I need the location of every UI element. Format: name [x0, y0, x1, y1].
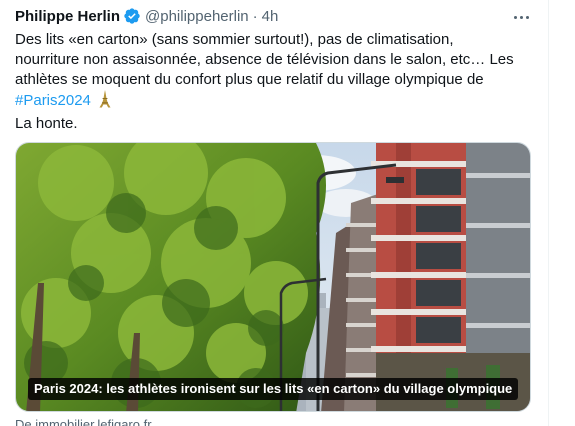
eiffel-tower-emoji-icon: [98, 90, 112, 114]
tweet-timestamp[interactable]: 4h: [262, 8, 279, 25]
verified-badge-icon: [123, 7, 141, 25]
more-options-icon[interactable]: [511, 10, 531, 24]
timeline-border: [548, 0, 549, 426]
header-separator: ·: [252, 7, 258, 25]
link-card-caption[interactable]: Paris 2024: les athlètes ironisent sur l…: [28, 378, 519, 400]
tweet-header: Philippe Herlin @philippeherlin · 4h: [15, 6, 278, 26]
tweet-text-last-line: La honte.: [15, 115, 78, 132]
author-handle[interactable]: @philippeherlin: [145, 8, 249, 25]
tweet-text-line-hashtag: #Paris2024: [15, 90, 535, 114]
tweet-text-line: nourriture non assaisonnée, absence de t…: [15, 51, 514, 68]
hashtag-link[interactable]: #Paris2024: [15, 92, 91, 109]
olympic-village-photo: [16, 143, 530, 411]
tweet-text: Des lits «en carton» (sans sommier surto…: [15, 30, 535, 134]
author-name[interactable]: Philippe Herlin: [15, 8, 120, 25]
link-card-image[interactable]: Paris 2024: les athlètes ironisent sur l…: [15, 142, 531, 412]
tweet-text-line: Des lits «en carton» (sans sommier surto…: [15, 31, 454, 48]
tweet-text-line: athlètes se moquent du confort plus que …: [15, 71, 484, 88]
link-card-source[interactable]: De immobilier.lefigaro.fr: [15, 417, 152, 426]
